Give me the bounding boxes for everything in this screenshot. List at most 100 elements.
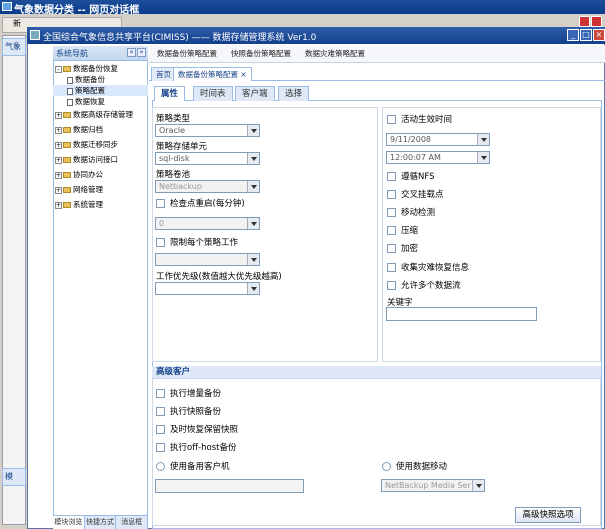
- close-button[interactable]: ×: [593, 29, 605, 41]
- chevron-down-icon[interactable]: [247, 181, 259, 192]
- background-bottom-tab[interactable]: 模: [2, 468, 26, 486]
- snapshot-backup-checkbox[interactable]: 执行快照备份: [156, 405, 221, 417]
- collapse-right-icon[interactable]: »: [137, 48, 146, 57]
- maximize-button[interactable]: □: [580, 29, 592, 41]
- compress-checkbox[interactable]: 压缩: [387, 224, 418, 236]
- menu-disaster-policy[interactable]: 数据灾难策略配置: [305, 45, 365, 62]
- multi-stream-checkbox[interactable]: 允许多个数据流: [387, 279, 461, 291]
- folder-icon: [63, 127, 71, 133]
- alternate-client-radio[interactable]: 使用备用客户机: [156, 460, 230, 472]
- inner-title-text: 全国综合气象信息共享平台(CIMISS) —— 数据存储管理系统 Ver1.0: [43, 33, 317, 43]
- menu-snapshot-policy[interactable]: 快照备份策略配置: [231, 45, 291, 62]
- plus-icon[interactable]: +: [55, 156, 62, 164]
- folder-icon: [63, 187, 71, 193]
- active-time-checkbox[interactable]: 活动生效时间: [387, 113, 452, 125]
- tree-node-backup-restore[interactable]: - 数据备份恢复: [53, 63, 148, 74]
- plus-icon[interactable]: +: [55, 186, 62, 194]
- chevron-down-icon[interactable]: [477, 152, 489, 163]
- plus-icon[interactable]: +: [55, 171, 62, 179]
- tree-node-advanced-storage[interactable]: + 数据高级存储管理: [53, 109, 148, 120]
- plus-icon[interactable]: +: [55, 126, 62, 134]
- offhost-backup-checkbox[interactable]: 执行off-host备份: [156, 441, 236, 453]
- tab-module-browse[interactable]: 模块浏览: [53, 516, 85, 529]
- keyword-input[interactable]: [386, 307, 537, 321]
- cimiss-icon: [30, 30, 40, 40]
- sidebar-bottom-tabs: 模块浏览 快捷方式 消息框: [53, 515, 149, 529]
- data-mover-radio[interactable]: 使用数据移动: [382, 460, 447, 472]
- chevron-down-icon[interactable]: [247, 254, 259, 265]
- tab-selection[interactable]: 选择: [278, 86, 310, 101]
- page-icon: [67, 98, 73, 106]
- tree-node-access-interface[interactable]: + 数据访问接口: [53, 154, 148, 165]
- limit-jobs-select[interactable]: [155, 253, 260, 266]
- advanced-client-header: 高级客户: [152, 366, 601, 379]
- tree-node-archive[interactable]: + 数据归档: [53, 124, 148, 135]
- storage-unit-label: 策略存储单元: [156, 142, 208, 152]
- page-icon: [67, 76, 73, 84]
- tree-node-system[interactable]: + 系统管理: [53, 199, 148, 210]
- collapse-left-icon[interactable]: «: [127, 48, 136, 57]
- outer-window-title: 气象数据分类 -- 网页对话框: [0, 0, 605, 14]
- background-toolbar-label[interactable]: 新: [3, 19, 21, 28]
- menu-data-backup-policy[interactable]: 数据备份策略配置: [157, 45, 217, 62]
- tree-node-migration[interactable]: + 数据迁移同步: [53, 139, 148, 150]
- tab-schedule[interactable]: 时间表: [193, 86, 233, 101]
- background-tab[interactable]: 气象: [2, 38, 26, 56]
- inner-window-title: 全国综合气象信息共享平台(CIMISS) —— 数据存储管理系统 Ver1.0: [27, 27, 605, 44]
- tab-backup-policy[interactable]: 数据备份策略配置 ×: [173, 67, 252, 81]
- inner-window-buttons: _ □ ×: [566, 29, 605, 41]
- encrypt-checkbox[interactable]: 加密: [387, 242, 418, 254]
- tree-node-network[interactable]: + 网络管理: [53, 184, 148, 195]
- plus-icon[interactable]: +: [55, 141, 62, 149]
- top-menu: 数据备份策略配置 快照备份策略配置 数据灾难策略配置: [149, 45, 605, 63]
- page-tabs: 首页 数据备份策略配置 ×: [149, 67, 605, 81]
- chevron-down-icon[interactable]: [247, 218, 259, 229]
- chevron-down-icon[interactable]: [472, 480, 484, 491]
- chevron-down-icon[interactable]: [247, 153, 259, 164]
- background-bottom-tab-label: 模: [5, 472, 13, 481]
- cross-mount-checkbox[interactable]: 交叉挂载点: [387, 188, 444, 200]
- background-section: [5, 60, 25, 72]
- retain-snapshot-checkbox[interactable]: 及时恢复保留快照: [156, 423, 238, 435]
- date-picker[interactable]: 9/11/2008: [386, 133, 490, 146]
- storage-unit-select[interactable]: sql-disk: [155, 152, 260, 165]
- outer-title-text: 气象数据分类 -- 网页对话框: [14, 5, 140, 14]
- plus-icon[interactable]: +: [55, 201, 62, 209]
- folder-icon: [63, 172, 71, 178]
- incremental-backup-checkbox[interactable]: 执行增量备份: [156, 387, 221, 399]
- disaster-info-checkbox[interactable]: 收集灾难恢复信息: [387, 261, 469, 273]
- tree-node-policy-config[interactable]: 策略配置: [53, 85, 148, 96]
- tab-shortcuts[interactable]: 快捷方式: [85, 516, 117, 529]
- policy-type-select[interactable]: Oracle: [155, 124, 260, 137]
- advanced-snapshot-options-button[interactable]: 高级快照选项: [515, 507, 581, 523]
- minus-icon[interactable]: -: [55, 65, 62, 73]
- folder-icon: [63, 202, 71, 208]
- navigation-tree: - 数据备份恢复 数据备份 策略配置 数据恢复 + 数据高级存储管理 + 数据归档 +…: [53, 63, 148, 210]
- calendar-dropdown-icon[interactable]: [477, 134, 489, 145]
- tree-node-office[interactable]: + 协同办公: [53, 169, 148, 180]
- plus-icon[interactable]: +: [55, 111, 62, 119]
- tab-properties[interactable]: 属性: [154, 86, 186, 101]
- sidebar-header: 系统导航 « »: [53, 46, 148, 61]
- data-mover-select[interactable]: NetBackup Media Ser: [381, 479, 485, 492]
- outer-close-button[interactable]: [591, 16, 602, 27]
- checkpoint-checkbox[interactable]: 检查点重启(每分钟): [156, 197, 245, 209]
- follow-nfs-checkbox[interactable]: 遵循NFS: [387, 170, 435, 182]
- move-detect-checkbox[interactable]: 移动检测: [387, 206, 435, 218]
- limit-jobs-checkbox[interactable]: 限制每个策略工作: [156, 236, 238, 248]
- tree-node-restore[interactable]: 数据恢复: [53, 96, 148, 107]
- time-picker[interactable]: 12:00:07 AM: [386, 151, 490, 164]
- volume-pool-label: 策略卷池: [156, 170, 191, 180]
- background-tab-label: 气象: [5, 42, 21, 51]
- outer-minimize-button[interactable]: [579, 16, 590, 27]
- tab-messages[interactable]: 消息框: [116, 516, 149, 529]
- alternate-client-input[interactable]: [155, 479, 304, 493]
- chevron-down-icon[interactable]: [247, 283, 259, 294]
- chevron-down-icon[interactable]: [247, 125, 259, 136]
- tree-node-backup[interactable]: 数据备份: [53, 74, 148, 85]
- volume-pool-select[interactable]: Netbackup: [155, 180, 260, 193]
- minimize-button[interactable]: _: [567, 29, 579, 41]
- tab-clients[interactable]: 客户端: [235, 86, 275, 101]
- checkpoint-interval-select[interactable]: 0: [155, 217, 260, 230]
- priority-select[interactable]: [155, 282, 260, 295]
